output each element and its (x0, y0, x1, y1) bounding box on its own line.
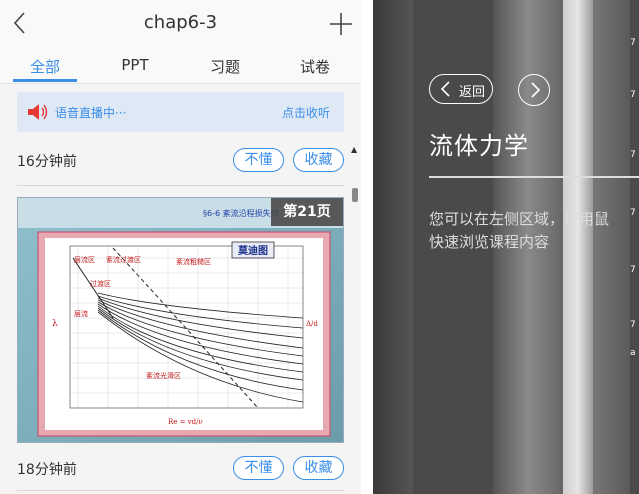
hint-line: 您可以在左侧区域，使用鼠 (429, 210, 610, 228)
edge-mark: 7 (630, 90, 636, 100)
edge-mark: 7 (630, 265, 636, 275)
usage-hint: 您可以在左侧区域，使用鼠 快速浏览课程内容 (429, 208, 629, 254)
moody-diagram-slide: §6-6 紊流沿程损失的 莫迪图 层流区 紊流过渡区 紊流粗糙区 过渡区 层流 … (18, 198, 343, 442)
listen-link[interactable]: 点击收听 (282, 104, 330, 121)
moody-chart-title: 莫迪图 (237, 244, 268, 257)
page-number-badge: 第21页 (271, 198, 343, 226)
chevron-right-icon (531, 82, 541, 98)
page-title: chap6-3 (143, 12, 218, 33)
favorite-button[interactable]: 收藏 (293, 148, 344, 172)
course-viewer-panel: 返回 流体力学 您可以在左侧区域，使用鼠 快速浏览课程内容 7 7 7 7 7 … (373, 0, 639, 494)
dont-understand-button[interactable]: 不懂 (233, 456, 284, 480)
divider (17, 185, 344, 186)
live-status: 语音直播中··· (55, 106, 127, 120)
label-rough-zone: 紊流粗糙区 (176, 257, 211, 266)
edge-mark: a (630, 348, 636, 358)
slide-heading: §6-6 紊流沿程损失的 (203, 208, 279, 218)
label-lambda: λ (52, 319, 58, 329)
favorite-button[interactable]: 收藏 (293, 456, 344, 480)
tab-bar: 全部 PPT 习题 试卷 (0, 46, 361, 84)
thumbnail-strip-edge: 7 7 7 7 7 7 a (630, 0, 639, 494)
course-title: 流体力学 (429, 132, 529, 160)
post-time: 16分钟前 (17, 154, 77, 170)
title-divider (429, 176, 639, 178)
tab-exercises[interactable]: 习题 (190, 56, 260, 77)
ppt-slide-thumbnail[interactable]: §6-6 紊流沿程损失的 莫迪图 层流区 紊流过渡区 紊流粗糙区 过渡区 层流 … (17, 197, 344, 443)
post-time: 18分钟前 (17, 462, 77, 478)
tab-all[interactable]: 全部 (10, 56, 80, 77)
background-texture (373, 0, 413, 494)
speaker-icon (28, 104, 48, 120)
tab-ppt[interactable]: PPT (100, 56, 170, 74)
next-button[interactable] (518, 74, 550, 106)
label-smooth-zone: 紊流光滑区 (146, 371, 181, 380)
edge-mark: 7 (630, 208, 636, 218)
edge-mark: 7 (630, 150, 636, 160)
scrollbar-thumb[interactable] (352, 188, 358, 202)
tab-exams[interactable]: 试卷 (280, 56, 350, 77)
label-laminar-zone: 层流区 (74, 255, 95, 264)
top-bar: chap6-3 (0, 0, 361, 46)
label-relative-roughness: Δ/d (306, 320, 318, 328)
return-label: 返回 (459, 85, 486, 100)
live-broadcast-bar[interactable]: 语音直播中··· 点击收听 (17, 92, 344, 132)
hint-line: 快速浏览课程内容 (429, 233, 550, 251)
add-button[interactable] (326, 8, 356, 38)
active-tab-indicator (13, 79, 77, 82)
dont-understand-button[interactable]: 不懂 (233, 148, 284, 172)
course-feed-panel: chap6-3 全部 PPT 习题 试卷 语音直播中··· 点击收听 16分钟前… (0, 0, 361, 494)
edge-mark: 7 (630, 320, 636, 330)
return-button[interactable]: 返回 (429, 74, 493, 104)
plus-icon (330, 13, 352, 35)
label-laminar: 层流 (74, 309, 88, 318)
scroll-up-arrow[interactable]: ▲ (351, 145, 357, 154)
divider (17, 490, 344, 491)
label-transition-zone: 过渡区 (90, 279, 111, 288)
edge-mark: 7 (630, 38, 636, 48)
chevron-left-icon (440, 81, 450, 97)
label-reynolds: Re = vd/ν (168, 418, 203, 426)
label-turbulent-transition: 紊流过渡区 (106, 255, 141, 264)
